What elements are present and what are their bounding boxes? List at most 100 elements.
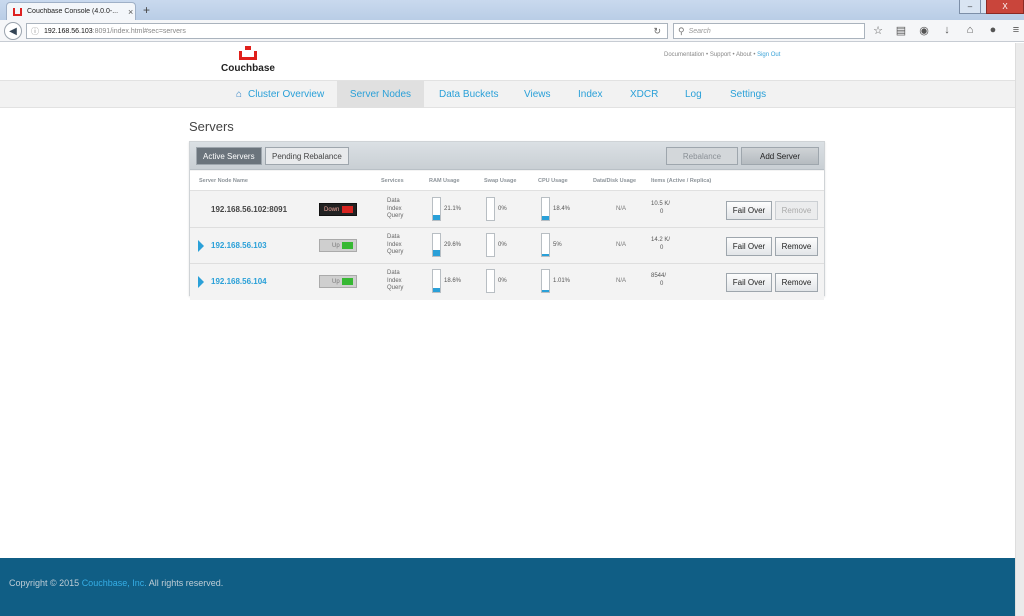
swap-value: 0% [498,278,507,284]
home-icon[interactable]: ⌂ [964,23,976,37]
link-separator: • [732,52,735,58]
ram-value: 18.6% [444,278,462,284]
service-query: Query [387,213,404,219]
items-replica: 0 [660,244,664,251]
status-label: Up [332,242,340,249]
col-server-node-name: Server Node Name [199,178,248,184]
company-link[interactable]: Couchbase, Inc. [82,578,147,588]
rebalance-button[interactable]: Rebalance [666,147,738,165]
browser-toolbar: ☆ ▤ ◉ ↓ ⌂ ● ≡ [872,23,1022,37]
page-scrollbar[interactable] [1015,43,1024,616]
back-arrow-icon[interactable]: ◀ [4,22,22,40]
search-placeholder: Search [688,27,711,35]
site-info-icon[interactable]: ⓘ [31,26,39,37]
remove-button[interactable]: Remove [775,237,818,256]
about-link[interactable]: About [736,52,752,58]
ram-gauge-fill [433,215,440,220]
fail-over-button[interactable]: Fail Over [726,273,772,292]
link-separator: • [706,52,709,58]
cpu-gauge-fill [542,254,549,256]
nav-data-buckets[interactable]: Data Buckets [428,81,509,108]
nav-label: XDCR [630,89,659,100]
nav-label: Cluster Overview [248,89,325,100]
tab-pending-rebalance[interactable]: Pending Rebalance [265,147,349,165]
minimize-button[interactable]: – [959,0,981,14]
couchbase-logo-icon [239,46,257,60]
search-input[interactable]: ⚲ Search [673,23,865,39]
nav-index[interactable]: Index [567,81,613,108]
nav-log[interactable]: Log [674,81,713,108]
nav-server-nodes[interactable]: Server Nodes [337,81,424,108]
status-badge: Up [319,275,357,288]
reload-icon[interactable]: ↻ [653,26,661,37]
add-server-button[interactable]: Add Server [741,147,819,165]
nav-cluster-overview[interactable]: ⌂ Cluster Overview [225,81,335,108]
status-badge: Down [319,203,357,216]
remove-button[interactable]: Remove [775,273,818,292]
items-active: 10.5 K/ [651,201,671,207]
tab-close-icon[interactable]: × [128,7,133,17]
status-label: Down [324,206,340,213]
nav-xdcr[interactable]: XDCR [619,81,669,108]
items-count: 10.5 K/ 0 [651,201,670,216]
reading-list-icon[interactable]: ▤ [895,23,907,37]
copyright: Copyright © 2015 Couchbase, Inc. All rig… [9,578,223,588]
services-list: Data Index Query [387,234,403,257]
cpu-value: 1.01% [553,278,571,284]
tab-title: Couchbase Console (4.0.0-... [27,8,119,15]
expand-arrow-icon[interactable] [198,240,204,252]
couchbase-logo[interactable]: Couchbase [220,46,276,74]
bookmark-star-icon[interactable]: ☆ [872,23,884,37]
disk-usage: N/A [616,278,627,284]
fail-over-button[interactable]: Fail Over [726,237,772,256]
items-replica: 0 [660,208,664,215]
ram-gauge [432,233,441,257]
top-links: Documentation • Support • About • Sign O… [664,52,780,58]
close-window-button[interactable]: X [986,0,1024,14]
pocket-icon[interactable]: ◉ [918,23,930,37]
couchbase-favicon-icon [13,7,22,16]
items-count: 14.2 K/ 0 [651,237,670,252]
download-icon[interactable]: ↓ [941,23,953,37]
documentation-link[interactable]: Documentation [664,52,704,58]
disk-usage: N/A [616,242,627,248]
remove-button[interactable]: Remove [775,201,818,220]
chat-icon[interactable]: ● [987,23,999,37]
menu-icon[interactable]: ≡ [1010,23,1022,37]
url-path: :8091/index.html#sec=servers [92,27,186,35]
server-host-link[interactable]: 192.168.56.104 [211,277,267,286]
nav-label: Index [578,89,603,100]
tab-active-servers[interactable]: Active Servers [196,147,262,165]
services-list: Data Index Query [387,270,403,293]
url-bar[interactable]: ⓘ 192.168.56.103:8091/index.html#sec=ser… [26,23,668,39]
items-count: 8544/ 0 [651,273,666,288]
ram-gauge [432,197,441,221]
table-header: Server Node Name Services RAM Usage Swap… [190,171,824,191]
cpu-gauge-fill [542,215,549,220]
home-icon: ⌂ [236,89,243,100]
nav-settings[interactable]: Settings [719,81,777,108]
table-row: 192.168.56.104 Up Data Index Query 18.6%… [190,264,824,300]
ram-value: 21.1% [444,206,462,212]
server-host: 192.168.56.102:8091 [211,205,288,214]
nav-views[interactable]: Views [513,81,562,108]
footer: Copyright © 2015 Couchbase, Inc. All rig… [0,558,1015,616]
new-tab-button[interactable]: + [143,3,150,17]
service-data: Data [387,234,400,240]
cpu-gauge [541,197,550,221]
sign-out-link[interactable]: Sign Out [757,52,780,58]
browser-titlebar: Couchbase Console (4.0.0-... × + – □ X [0,0,1024,20]
support-link[interactable]: Support [710,52,731,58]
table-row: 192.168.56.102:8091 Down Data Index Quer… [190,192,824,228]
status-led-icon [342,242,353,249]
browser-tab[interactable]: Couchbase Console (4.0.0-... × [6,2,136,20]
expand-arrow-icon[interactable] [198,276,204,288]
service-index: Index [387,277,402,284]
browser-navbar: ◀ ⓘ 192.168.56.103:8091/index.html#sec=s… [0,20,1024,42]
services-list: Data Index Query [387,198,403,221]
nav-label: Settings [730,89,767,100]
fail-over-button[interactable]: Fail Over [726,201,772,220]
server-host-link[interactable]: 192.168.56.103 [211,241,267,250]
swap-value: 0% [498,206,507,212]
brand-name: Couchbase [221,63,275,74]
